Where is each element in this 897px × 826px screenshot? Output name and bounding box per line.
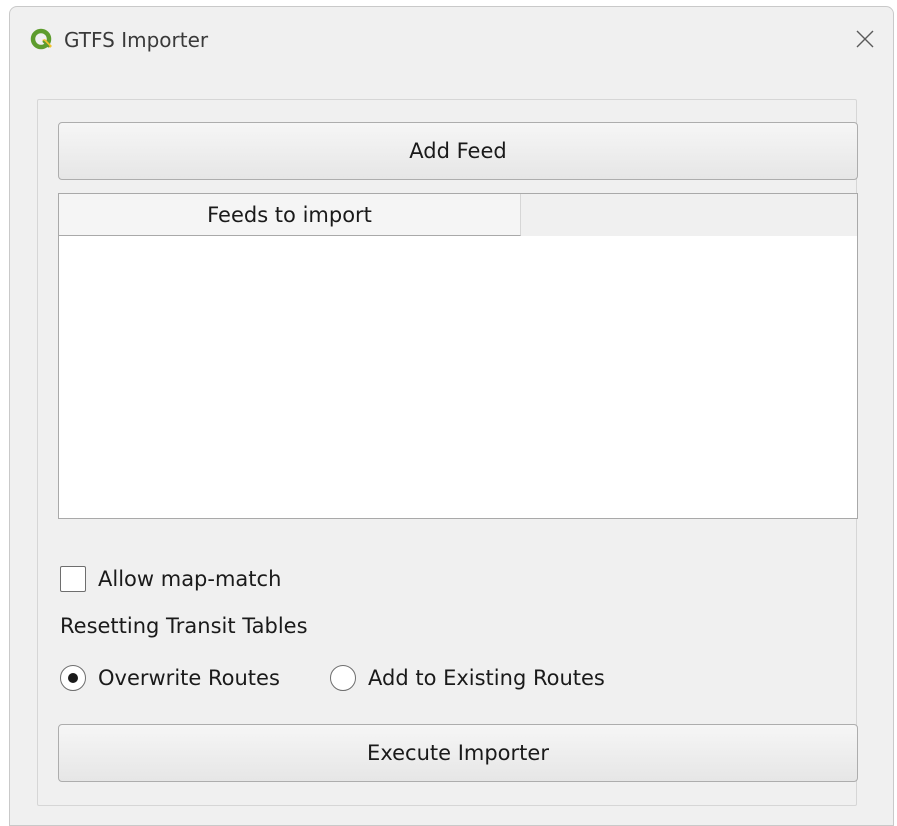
feeds-table[interactable]: Feeds to import bbox=[58, 193, 858, 519]
add-feed-button[interactable]: Add Feed bbox=[58, 122, 858, 180]
overwrite-routes-label: Overwrite Routes bbox=[98, 666, 280, 690]
add-existing-routes-label: Add to Existing Routes bbox=[368, 666, 605, 690]
close-button[interactable] bbox=[845, 19, 885, 59]
table-header: Feeds to import bbox=[59, 194, 857, 236]
allow-map-match-checkbox[interactable] bbox=[60, 566, 86, 592]
overwrite-routes-option[interactable]: Overwrite Routes bbox=[60, 662, 280, 694]
qgis-logo-icon bbox=[30, 28, 54, 52]
add-existing-routes-radio[interactable] bbox=[330, 665, 356, 691]
column-header-feeds[interactable]: Feeds to import bbox=[59, 194, 521, 236]
close-icon bbox=[856, 30, 874, 48]
title-bar: GTFS Importer bbox=[10, 7, 893, 71]
window-title: GTFS Importer bbox=[64, 28, 209, 52]
allow-map-match-option[interactable]: Allow map-match bbox=[60, 564, 281, 594]
add-existing-routes-option[interactable]: Add to Existing Routes bbox=[330, 662, 605, 694]
gtfs-importer-dialog: GTFS Importer Add Feed Feeds to import A… bbox=[9, 6, 894, 826]
overwrite-routes-radio[interactable] bbox=[60, 665, 86, 691]
execute-importer-button[interactable]: Execute Importer bbox=[58, 724, 858, 782]
reset-section-label: Resetting Transit Tables bbox=[60, 614, 308, 638]
allow-map-match-label: Allow map-match bbox=[98, 567, 282, 591]
